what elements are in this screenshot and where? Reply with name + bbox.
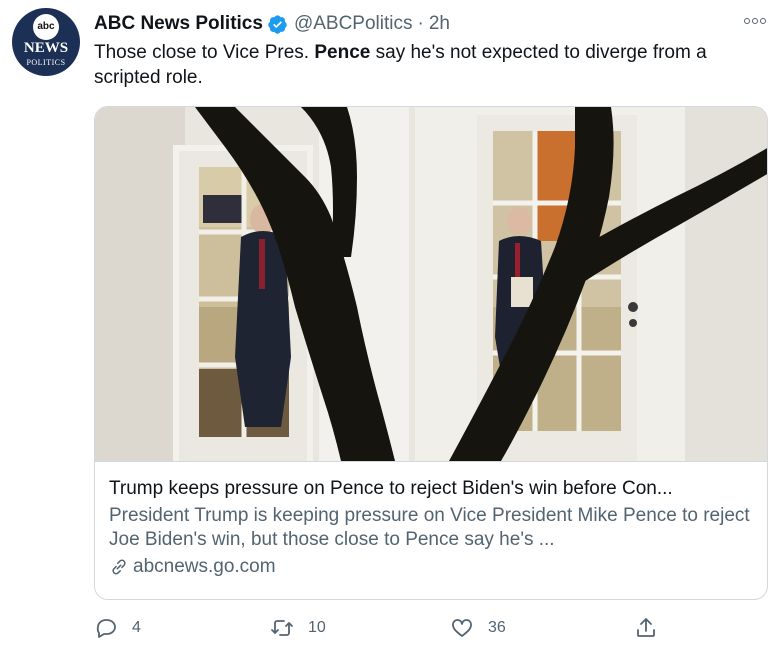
link-icon	[112, 559, 126, 575]
more-icon[interactable]	[744, 14, 768, 28]
like-count: 36	[488, 619, 506, 636]
tweet-header: ABC News Politics @ABCPolitics · 2h	[94, 12, 450, 36]
like-button[interactable]: 36	[450, 616, 506, 640]
tweet-text-bold: Pence	[314, 42, 371, 63]
display-name[interactable]: ABC News Politics	[94, 13, 263, 35]
like-icon	[452, 619, 472, 637]
avatar[interactable]: abc NEWS POLITICS	[12, 8, 80, 76]
card-domain: abcnews.go.com	[109, 555, 755, 579]
share-button[interactable]	[634, 616, 672, 640]
card-domain-text: abcnews.go.com	[133, 556, 276, 577]
card-title: Trump keeps pressure on Pence to reject …	[109, 478, 673, 499]
verified-badge-icon	[267, 14, 288, 35]
link-card[interactable]: Trump keeps pressure on Pence to reject …	[94, 106, 768, 600]
retweet-button[interactable]: 10	[270, 616, 326, 640]
retweet-icon	[271, 620, 293, 636]
reply-icon	[96, 619, 116, 638]
tweet-text-before: Those close to Vice Pres.	[94, 42, 315, 63]
reply-count: 4	[132, 619, 141, 636]
card-description: President Trump is keeping pressure on V…	[109, 505, 750, 550]
card-body[interactable]: Trump keeps pressure on Pence to reject …	[95, 461, 767, 599]
card-image[interactable]	[95, 107, 767, 461]
abc-logo-circle: abc	[33, 14, 59, 40]
action-bar: 4 10 36	[94, 616, 768, 640]
separator-dot: ·	[417, 13, 424, 34]
handle[interactable]: @ABCPolitics	[294, 13, 413, 35]
avatar-politics-text: POLITICS	[26, 58, 66, 67]
avatar-news-text: NEWS	[23, 40, 69, 56]
reply-button[interactable]: 4	[94, 616, 141, 640]
timestamp[interactable]: 2h	[429, 13, 450, 35]
share-icon	[637, 618, 655, 637]
tweet-text: Those close to Vice Pres. Pence say he's…	[94, 40, 754, 90]
retweet-count: 10	[308, 619, 326, 636]
